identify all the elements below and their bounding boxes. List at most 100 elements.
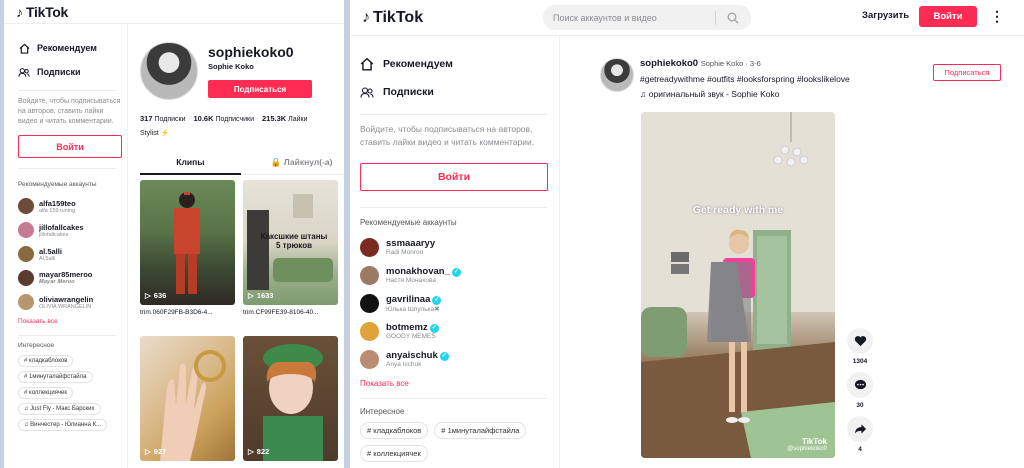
tag-label: 1минуталайфстайла [29, 374, 87, 380]
suggested-account[interactable]: ssmaaaryy Radi Monroo [360, 233, 559, 261]
sidebar-item-following[interactable]: Подписки [18, 60, 127, 84]
comment-action[interactable]: 30 [847, 372, 873, 409]
avatar [360, 293, 379, 313]
suggested-account[interactable]: al.5alli Al.5alli [18, 242, 127, 266]
search-bar [543, 5, 751, 30]
video-card[interactable]: ▷ 822 [243, 336, 338, 464]
profile-username: sophiekoko0 [208, 44, 294, 60]
share-action[interactable]: 4 [847, 416, 873, 453]
search-button[interactable] [716, 12, 750, 24]
account-name: 𝑴𝒂𝒚𝒂𝒓 𝑴𝒆𝒓𝒐𝒐 [39, 279, 75, 285]
heart-icon[interactable] [847, 328, 873, 354]
suggested-account[interactable]: gavrilinaa ✓ Юлька Шпулька✖ [360, 289, 559, 317]
suggested-accounts-title: Рекомендуемые аккаунты [18, 181, 97, 188]
avatar [360, 237, 379, 257]
sidebar-item-label: Подписки [37, 67, 81, 77]
tab-liked[interactable]: 🔒 Лайкнул(-а) [241, 157, 344, 174]
lock-icon: 🔒 [270, 157, 282, 167]
following-stat[interactable]: 317 Подписки [140, 114, 186, 123]
follow-button[interactable]: Подписаться [208, 80, 312, 98]
video-player[interactable]: Get ready with me TikTok @sophiekoko0 [641, 112, 835, 458]
post-author-username[interactable]: sophiekoko0 [640, 58, 698, 69]
hashtag-chip[interactable]: # 1минуталайфстайла [18, 371, 93, 383]
sidebar-item-label: Рекомендуем [383, 58, 453, 70]
comment-icon[interactable] [847, 372, 873, 398]
tab-liked-label: Лайкнул(-а) [283, 157, 333, 167]
avatar [360, 349, 379, 369]
discover-tags: # кладкаблоков # 1минуталайфстайла # кол… [360, 422, 556, 462]
video-card[interactable]: Каксшкие штаны 5 трюков ▷ 1633 trim.CF99F… [243, 180, 338, 328]
sidebar: Рекомендуем Подписки Войдите, чтобы подп… [4, 24, 128, 468]
discover-title: Интересное [18, 342, 55, 349]
sidebar-item-following[interactable]: Подписки [360, 78, 559, 106]
post-author-avatar[interactable] [600, 58, 634, 92]
sidebar-item-recommended[interactable]: Рекомендуем [18, 36, 127, 60]
show-all-link[interactable]: Показать все [18, 318, 127, 325]
login-button[interactable]: Войти [18, 135, 122, 158]
avatar [18, 294, 34, 310]
video-card[interactable]: ▷ 927 [140, 336, 235, 464]
avatar [360, 321, 379, 341]
video-thumbnail[interactable]: Каксшкие штаны 5 трюков ▷ 1633 [243, 180, 338, 305]
suggested-account[interactable]: anyaischuk ✓ Anya Ischuk [360, 345, 559, 373]
tab-clips[interactable]: Клипы [140, 157, 241, 175]
divider [18, 335, 117, 336]
view-count: ▷ 636 [145, 291, 166, 300]
login-button[interactable]: Войти [919, 6, 977, 27]
video-thumbnail[interactable]: ▷ 927 [140, 336, 235, 461]
video-grid: ▷ 636 trim.060F29FB-B3D6-4... Каксшкие шт… [140, 180, 344, 464]
video-thumbnail[interactable]: ▷ 822 [243, 336, 338, 461]
login-button-sidebar[interactable]: Войти [360, 163, 548, 191]
logo-text: TikTok [26, 3, 69, 20]
video-card[interactable]: ▷ 636 trim.060F29FB-B3D6-4... [140, 180, 235, 328]
share-icon[interactable] [847, 416, 873, 442]
post-author-name-date: Sophie Koko · 3-6 [700, 59, 761, 68]
account-username: al.5alli [39, 246, 62, 256]
following-label: Подписки [154, 116, 186, 123]
avatar [18, 270, 34, 286]
hashtag-chip[interactable]: # 1минуталайфстайла [434, 422, 527, 439]
post-sound[interactable]: ♫ оригинальный звук - Sophie Koko [640, 89, 920, 99]
show-all-link[interactable]: Показать все [360, 379, 559, 388]
suggested-account[interactable]: oliviawrangelin OLIVIA WRANGELIN [18, 290, 127, 314]
logo-text: TikTok [373, 9, 424, 26]
home-icon [360, 57, 374, 71]
hashtag-icon: # [24, 358, 28, 364]
discover-tags: # кладкаблоков # 1минуталайфстайла # кол… [18, 355, 128, 431]
sidebar: Рекомендуем Подписки Войдите, чтобы подп… [350, 36, 560, 468]
hashtag-chip[interactable]: # кладкаблоков [360, 422, 429, 439]
thumbnail-overlay-text: Каксшкие штаны 5 трюков [260, 232, 328, 250]
feed: sophiekoko0 Sophie Koko · 3-6 #getreadyw… [600, 36, 1024, 458]
tag-label: кладкаблоков [373, 426, 422, 435]
divider [18, 168, 117, 169]
followers-stat[interactable]: 10.6K Подписчики [194, 114, 254, 123]
watermark-text: TikTok [801, 437, 827, 446]
search-input[interactable] [543, 12, 715, 23]
profile-bio: Stylist ⚡ [140, 130, 170, 137]
view-count-value: 822 [256, 447, 270, 456]
suggested-account[interactable]: alfa159teo alfa 159 tuning [18, 194, 127, 218]
sound-label: оригинальный звук - Sophie Koko [648, 89, 780, 99]
music-chip[interactable]: ♫ Винчестер - Юлианна К... [18, 419, 108, 431]
account-username: jillofallcakes [39, 222, 84, 232]
more-options-icon[interactable]: ⋮ [990, 9, 1004, 23]
tag-label: коллекциячек [373, 449, 421, 458]
follow-button[interactable]: Подписаться [933, 64, 1001, 81]
suggested-account[interactable]: monakhovan_ ✓ Настя Монахова [360, 261, 559, 289]
followers-label: Подписчики [215, 116, 254, 123]
avatar [18, 198, 34, 214]
upload-button[interactable]: Загрузить [862, 10, 909, 21]
suggested-account[interactable]: mayar85meroo 𝑴𝒂𝒚𝒂𝒓 𝑴𝒆𝒓𝒐𝒐 [18, 266, 127, 290]
video-thumbnail[interactable]: ▷ 636 [140, 180, 235, 305]
music-chip[interactable]: ♫ Just Fly - Макс Барских [18, 403, 101, 415]
tiktok-logo[interactable]: ♪ TikTok [362, 9, 423, 27]
tiktok-logo[interactable]: ♪ TikTok [16, 4, 68, 20]
hashtag-chip[interactable]: # кладкаблоков [18, 355, 74, 367]
view-count-value: 636 [153, 291, 167, 300]
hashtag-chip[interactable]: # коллекциячек [360, 445, 428, 462]
like-action[interactable]: 1304 [847, 328, 873, 365]
suggested-account[interactable]: botmemz ✓ GOODY MEMES [360, 317, 559, 345]
sidebar-item-recommended[interactable]: Рекомендуем [360, 50, 559, 78]
suggested-account[interactable]: jillofallcakes jillofallcakes [18, 218, 127, 242]
hashtag-chip[interactable]: # коллекциячек [18, 387, 74, 399]
